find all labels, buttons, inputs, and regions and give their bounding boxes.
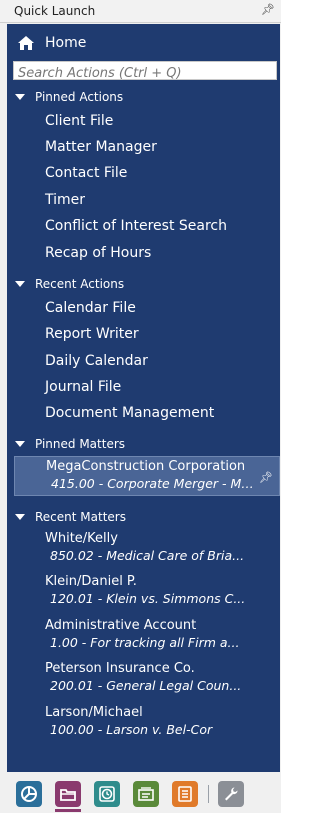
- recent-matter-item[interactable]: Administrative Account 1.00 - For tracki…: [7, 616, 280, 656]
- matter-button[interactable]: [55, 781, 81, 807]
- recent-action-daily-calendar[interactable]: Daily Calendar: [45, 353, 148, 369]
- recent-matter-item[interactable]: Peterson Insurance Co. 200.01 - General …: [7, 659, 280, 699]
- matter-name: Klein/Daniel P.: [45, 574, 137, 589]
- search-actions-input[interactable]: [14, 65, 276, 82]
- recent-actions-label: Recent Actions: [35, 277, 125, 291]
- recent-matters-label: Recent Matters: [35, 510, 126, 524]
- window-title: Quick Launch: [14, 4, 96, 18]
- pinned-actions-header[interactable]: Pinned Actions: [15, 90, 123, 104]
- recent-matters-header[interactable]: Recent Matters: [15, 510, 126, 524]
- search-box[interactable]: [13, 61, 277, 82]
- collapse-triangle-icon: [15, 94, 25, 100]
- recent-actions-header[interactable]: Recent Actions: [15, 277, 124, 291]
- clock-icon: [99, 786, 115, 802]
- matter-description: 850.02 - Medical Care of Bria...: [50, 548, 245, 563]
- pin-icon[interactable]: 📌︎: [259, 471, 273, 484]
- pinned-matters-header[interactable]: Pinned Matters: [15, 437, 125, 451]
- pinned-matters-label: Pinned Matters: [35, 437, 126, 451]
- matter-name: MegaConstruction Corporation: [46, 459, 246, 474]
- collapse-triangle-icon: [15, 514, 25, 520]
- recent-action-calendar-file[interactable]: Calendar File: [45, 300, 136, 316]
- matter-description: 100.00 - Larson v. Bel-Cor: [50, 722, 213, 737]
- recent-matter-item[interactable]: Klein/Daniel P. 120.01 - Klein vs. Simmo…: [7, 572, 280, 612]
- pinned-action-matter-manager[interactable]: Matter Manager: [45, 139, 157, 155]
- pinned-action-client-file[interactable]: Client File: [45, 113, 113, 129]
- pinned-matter-item[interactable]: MegaConstruction Corporation 415.00 - Co…: [14, 456, 280, 496]
- folder-icon: [60, 789, 76, 801]
- quick-launch-pane: Home Pinned Actions Client File Matter M…: [7, 24, 280, 772]
- matter-description: 120.01 - Klein vs. Simmons C...: [50, 591, 246, 606]
- recent-matter-item[interactable]: White/Kelly 850.02 - Medical Care of Bri…: [7, 529, 280, 569]
- active-tab-indicator: [55, 809, 81, 812]
- home-label: Home: [45, 35, 87, 51]
- documents-button[interactable]: [172, 781, 198, 807]
- pie-chart-icon: [21, 786, 37, 802]
- pinned-action-recap-of-hours[interactable]: Recap of Hours: [45, 245, 151, 261]
- matter-description: 200.01 - General Legal Coun...: [50, 678, 242, 693]
- matter-name: White/Kelly: [45, 531, 118, 546]
- dashboard-button[interactable]: [16, 781, 42, 807]
- toolbar-separator: [208, 785, 209, 803]
- matter-name: Administrative Account: [45, 618, 197, 633]
- bottom-toolbar: [0, 772, 281, 813]
- home-icon: [18, 36, 34, 50]
- recent-matter-item[interactable]: Larson/Michael 100.00 - Larson v. Bel-Co…: [7, 703, 280, 743]
- matter-description: 415.00 - Corporate Merger - Me...: [51, 476, 259, 491]
- pinned-actions-label: Pinned Actions: [35, 90, 124, 104]
- collapse-triangle-icon: [15, 441, 25, 447]
- timer-button[interactable]: [94, 781, 120, 807]
- matter-name: Larson/Michael: [45, 705, 143, 720]
- quick-launch-window: Quick Launch 📌︎ Home Pinned Actions Clie…: [0, 0, 281, 813]
- recent-action-document-management[interactable]: Document Management: [45, 405, 214, 421]
- contact-card-icon: [138, 787, 154, 801]
- document-list-icon: [178, 786, 192, 802]
- recent-action-journal-file[interactable]: Journal File: [45, 379, 121, 395]
- home-link[interactable]: Home: [17, 32, 86, 54]
- matter-description: 1.00 - For tracking all Firm a...: [50, 635, 240, 650]
- settings-button[interactable]: [218, 781, 244, 807]
- matter-name: Peterson Insurance Co.: [45, 661, 195, 676]
- pinned-action-conflict-search[interactable]: Conflict of Interest Search: [45, 218, 227, 234]
- pin-window-icon[interactable]: 📌︎: [261, 3, 275, 16]
- wrench-icon: [225, 787, 238, 801]
- recent-action-report-writer[interactable]: Report Writer: [45, 326, 139, 342]
- title-bar: Quick Launch 📌︎: [0, 0, 281, 23]
- pinned-action-timer[interactable]: Timer: [45, 192, 85, 208]
- contacts-button[interactable]: [133, 781, 159, 807]
- pinned-action-contact-file[interactable]: Contact File: [45, 165, 127, 181]
- collapse-triangle-icon: [15, 281, 25, 287]
